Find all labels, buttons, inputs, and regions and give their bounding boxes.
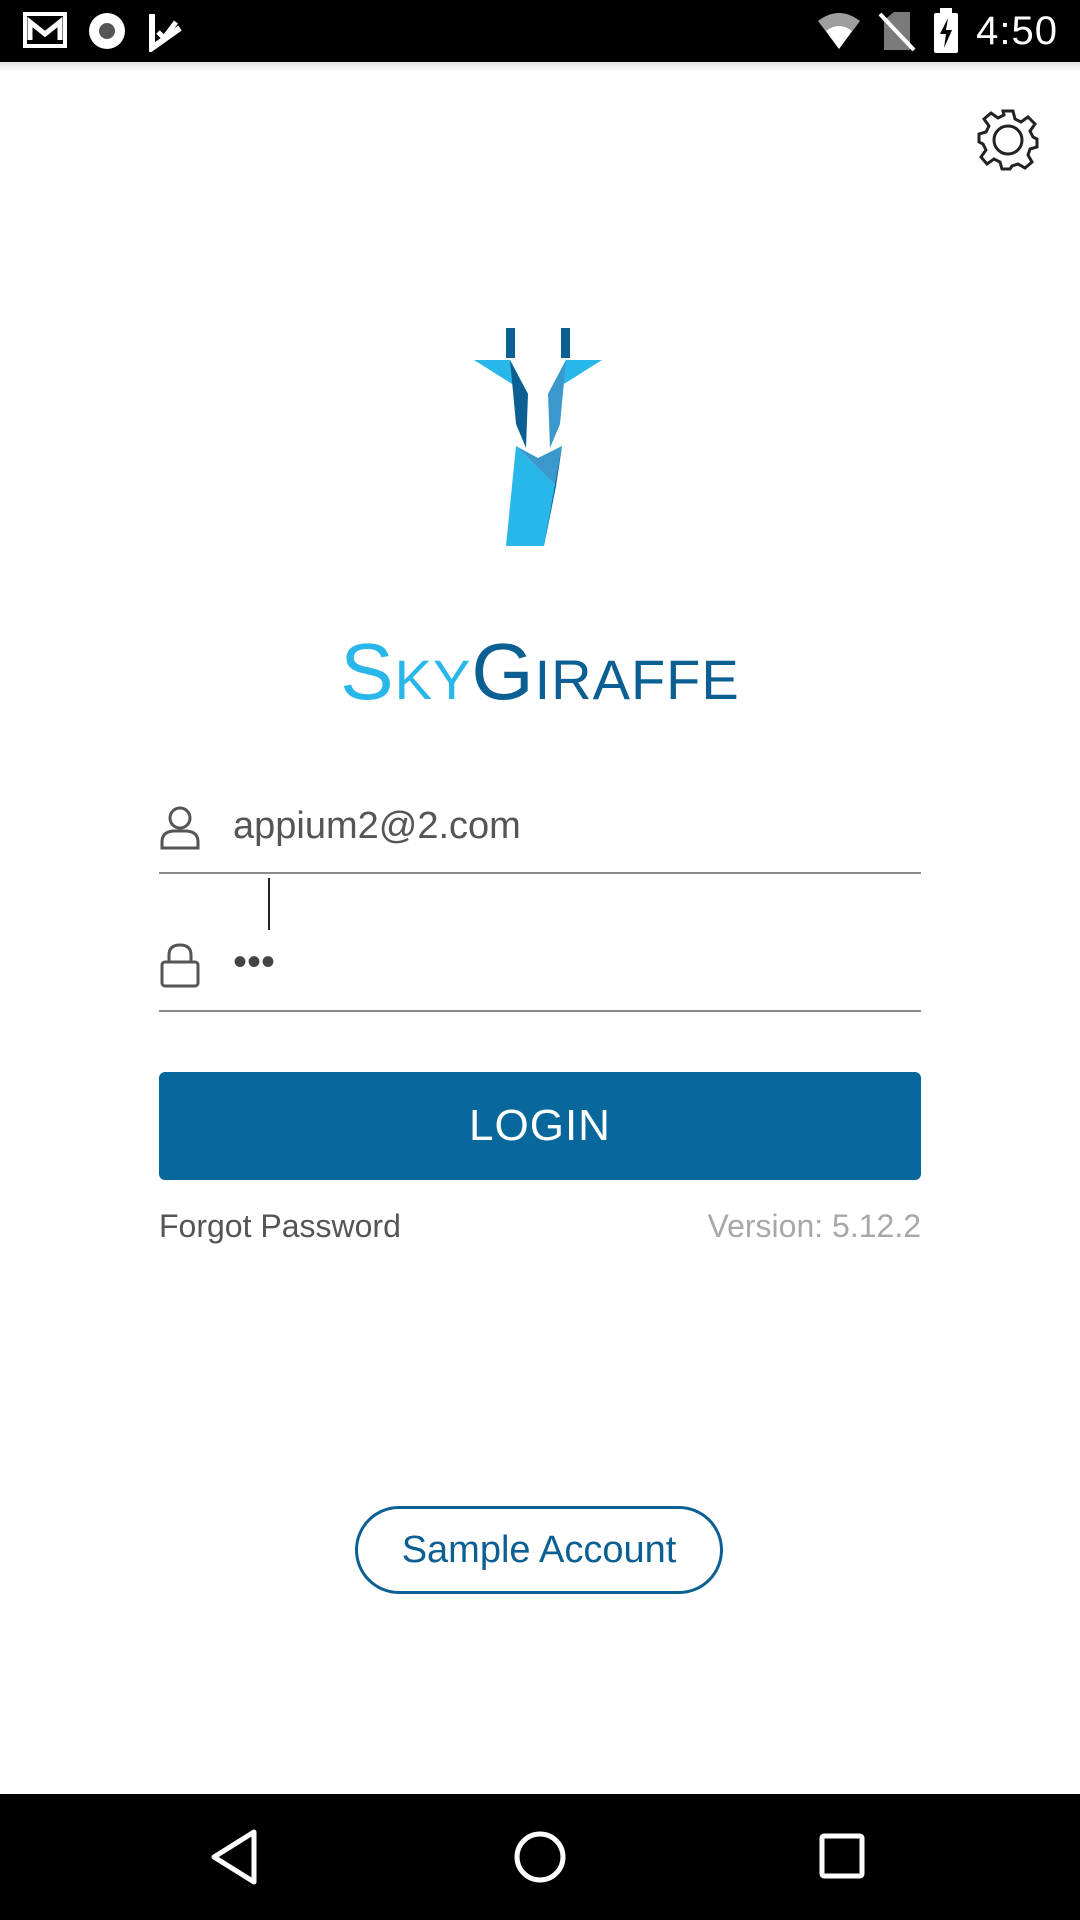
lock-icon	[160, 943, 200, 988]
navigation-bar	[0, 1794, 1080, 1920]
system-icons: 4:50	[816, 8, 1058, 54]
sample-account-button[interactable]: Sample Account	[355, 1506, 723, 1594]
no-sim-icon	[878, 12, 916, 52]
user-icon	[160, 806, 200, 850]
notification-icons	[22, 10, 186, 52]
home-icon[interactable]	[505, 1822, 575, 1892]
brand-sky: Sky	[340, 627, 472, 716]
wifi-icon	[818, 13, 861, 49]
version-label: Version: 5.12.2	[707, 1208, 921, 1244]
login-button[interactable]: LOGIN	[159, 1072, 921, 1180]
battery-charging-icon	[934, 8, 959, 53]
brand-giraffe: Giraffe	[471, 627, 740, 716]
settings-gear-icon[interactable]	[970, 102, 1046, 178]
gmail-icon	[23, 12, 67, 48]
task-check-icon	[149, 14, 182, 52]
login-screen: SkyGiraffe ••• LOGIN Forgot Password Ver…	[0, 62, 1080, 1794]
email-input[interactable]	[233, 798, 913, 854]
giraffe-logo-icon	[474, 328, 602, 546]
recents-icon[interactable]	[808, 1822, 878, 1892]
password-input[interactable]: •••	[233, 940, 275, 985]
email-field[interactable]	[159, 780, 921, 874]
clock: 4:50	[976, 8, 1058, 53]
status-bar: 4:50	[0, 0, 1080, 62]
text-cursor	[268, 878, 270, 930]
back-icon[interactable]	[200, 1822, 270, 1892]
brand-wordmark: SkyGiraffe	[0, 632, 1080, 712]
forgot-password-link[interactable]: Forgot Password	[159, 1208, 401, 1245]
password-field[interactable]: •••	[159, 918, 921, 1012]
record-icon	[89, 13, 125, 49]
